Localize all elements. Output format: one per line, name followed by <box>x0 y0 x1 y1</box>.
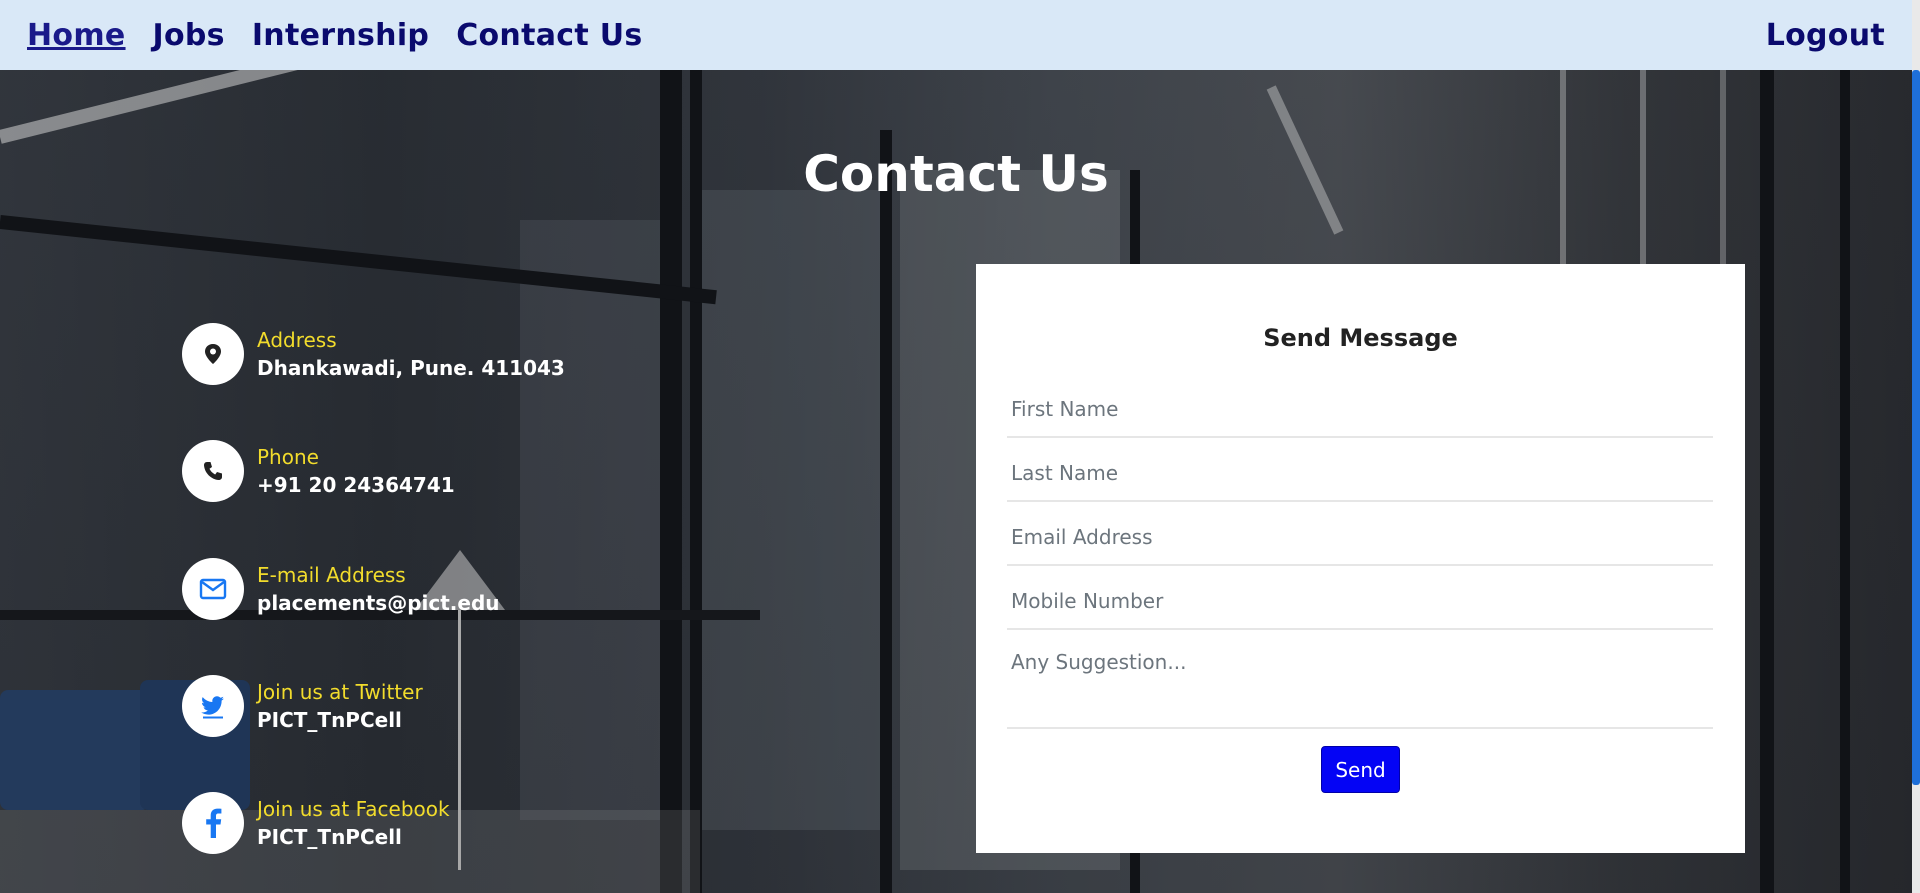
facebook-handle[interactable]: PICT_TnPCell <box>257 823 450 851</box>
phone-icon <box>182 440 244 502</box>
facebook-label: Join us at Facebook <box>257 797 450 821</box>
form-title: Send Message <box>1263 324 1458 352</box>
contact-phone: Phone +91 20 24364741 <box>182 440 455 502</box>
nav-link-jobs[interactable]: Jobs <box>153 18 225 53</box>
contact-twitter: Join us at Twitter PICT_TnPCell <box>182 675 423 737</box>
facebook-icon[interactable] <box>182 792 244 854</box>
contact-email: E-mail Address placements@pict.edu <box>182 558 500 620</box>
map-pin-icon <box>182 323 244 385</box>
twitter-handle[interactable]: PICT_TnPCell <box>257 706 423 734</box>
phone-value: +91 20 24364741 <box>257 473 455 497</box>
envelope-icon <box>182 558 244 620</box>
twitter-label: Join us at Twitter <box>257 680 423 704</box>
suggestion-textarea[interactable] <box>1007 650 1713 729</box>
phone-label: Phone <box>257 445 319 469</box>
page-scrollbar-thumb[interactable] <box>1912 70 1920 785</box>
contact-address: Address Dhankawadi, Pune. 411043 <box>182 323 565 385</box>
top-navbar: Home Jobs Internship Contact Us Logout <box>0 0 1912 70</box>
email-address-input[interactable] <box>1007 522 1713 566</box>
last-name-input[interactable] <box>1007 458 1713 502</box>
email-value[interactable]: placements@pict.edu <box>257 589 500 617</box>
nav-link-internship[interactable]: Internship <box>252 18 429 53</box>
send-button[interactable]: Send <box>1321 746 1400 793</box>
first-name-input[interactable] <box>1007 394 1713 438</box>
address-label: Address <box>257 328 337 352</box>
send-message-form: Send Message Send <box>976 264 1745 853</box>
address-value: Dhankawadi, Pune. 411043 <box>257 356 565 380</box>
contact-facebook: Join us at Facebook PICT_TnPCell <box>182 792 450 854</box>
mobile-number-input[interactable] <box>1007 586 1713 630</box>
nav-link-contact-us[interactable]: Contact Us <box>456 18 642 53</box>
page-title: Contact Us <box>803 145 1109 203</box>
email-label: E-mail Address <box>257 563 406 587</box>
twitter-icon[interactable] <box>182 675 244 737</box>
nav-link-home[interactable]: Home <box>27 18 126 53</box>
logout-link[interactable]: Logout <box>1766 18 1885 53</box>
